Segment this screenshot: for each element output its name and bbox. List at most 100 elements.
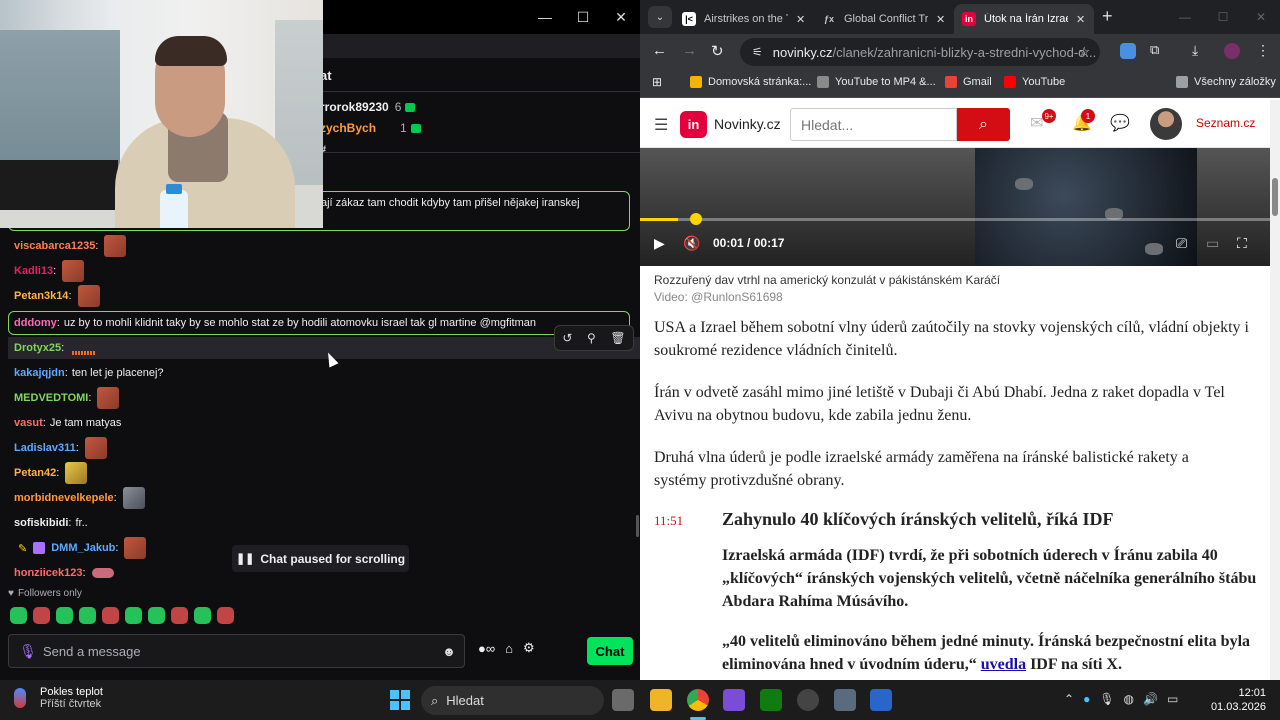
chat-message[interactable]: Kadli13: (14, 260, 85, 282)
chat-message[interactable]: ✎ DMM_Jakub: (14, 537, 147, 559)
minimize-icon[interactable]: — (1166, 0, 1204, 34)
chat-message[interactable]: Petan42: (14, 462, 88, 484)
seznam-link[interactable]: Seznam.cz (1196, 116, 1255, 130)
chat-username[interactable]: MEDVEDTOMI (14, 392, 88, 404)
tray-app-icon[interactable]: ● (1083, 692, 1090, 706)
chat-paused-button[interactable]: ❚❚ Chat paused for scrolling (232, 545, 409, 572)
app-icon[interactable] (870, 689, 892, 711)
play-icon[interactable]: ▶ (654, 235, 665, 252)
file-explorer-icon[interactable] (650, 689, 672, 711)
chat-username[interactable]: DMM_Jakub (51, 542, 115, 554)
novinky-logo[interactable]: in (680, 111, 707, 138)
chrome-icon[interactable] (687, 689, 709, 711)
chat-username[interactable]: honziicek123 (14, 567, 82, 579)
chat-username[interactable]: viscabarca1235 (14, 240, 95, 252)
emote-icon[interactable] (10, 607, 27, 624)
obs-icon[interactable] (797, 689, 819, 711)
chat-username[interactable]: sofiskibidi (14, 517, 68, 529)
minimize-icon[interactable]: — (526, 0, 564, 34)
address-bar[interactable]: ⚟ novinky.cz/clanek/zahranicni-blizky-a-… (740, 38, 1100, 66)
battery-icon[interactable]: ▭ (1167, 692, 1178, 706)
volume-icon[interactable]: 🔊 (1143, 692, 1158, 706)
site-search-button[interactable]: ⌕ (957, 108, 1010, 141)
windows-start-icon[interactable] (390, 690, 410, 710)
weather-widget[interactable]: Pokles teplot Příští čtvrtek (14, 686, 103, 710)
chat-message[interactable]: dddomy: uz by to mohli klidnit taky by se… (14, 312, 536, 334)
profile-avatar[interactable] (1224, 43, 1240, 59)
chat-message[interactable]: Petan3k14: (14, 285, 100, 307)
delete-icon[interactable]: 🗑 (610, 331, 625, 345)
pip-icon[interactable]: ▭ (1206, 235, 1219, 252)
video-player[interactable]: ▶ 🔇 00:01 / 00:17 ⎚ ▭ ⛶ (640, 148, 1270, 266)
chat-message[interactable]: MEDVEDTOMI: (14, 387, 120, 409)
close-icon[interactable]: ✕ (1242, 0, 1280, 34)
emote-icon[interactable] (217, 607, 234, 624)
extensions-puzzle-icon[interactable]: ⧉ (1150, 42, 1159, 58)
chat-username[interactable]: Petan3k14 (14, 290, 68, 302)
microphone-icon[interactable]: 🎙 (13, 643, 43, 660)
chat-message[interactable]: Ladislav311: (14, 437, 107, 459)
chat-message[interactable]: vasut: Je tam matyas (14, 412, 121, 434)
emote-icon[interactable] (194, 607, 211, 624)
chat-message[interactable]: Drotyx25: (14, 337, 97, 359)
bookmark-item[interactable]: Všechny záložky (1176, 76, 1276, 88)
chat-message[interactable]: morbidnevelkepele: (14, 487, 145, 509)
chat-username[interactable]: kakajqjdn (14, 367, 65, 379)
emote-icon[interactable] (79, 607, 96, 624)
emoji-picker-icon[interactable]: ☻ (434, 644, 464, 659)
points-icon[interactable]: ●∞ (478, 641, 495, 656)
chat-username[interactable]: morbidnevelkepele (14, 492, 114, 504)
maximize-icon[interactable]: ☐ (564, 0, 602, 34)
reply-icon[interactable]: ↺ (562, 331, 572, 345)
page-scrollbar[interactable] (1270, 100, 1280, 680)
leaderboard-item[interactable]: zychBych 1 (320, 121, 421, 135)
tab-global-conflict[interactable]: ƒx Global Conflict Tra ✕ (814, 4, 954, 34)
chat-send-button[interactable]: Chat (587, 637, 633, 665)
chat-message[interactable]: honziicek123: (14, 562, 114, 584)
app-icon[interactable] (723, 689, 745, 711)
emote-icon[interactable] (125, 607, 142, 624)
settings-icon[interactable] (834, 689, 856, 711)
chat-username[interactable]: Ladislav311 (14, 442, 76, 454)
extension-icon[interactable] (1120, 43, 1136, 59)
user-avatar[interactable] (1150, 108, 1182, 140)
mute-icon[interactable]: 🔇 (683, 235, 700, 252)
network-icon[interactable]: ◍ (1124, 692, 1134, 706)
task-view-icon[interactable] (612, 689, 634, 711)
taskbar-search[interactable]: ⌕ Hledat (421, 686, 604, 715)
chat-username[interactable]: vasut (14, 417, 43, 429)
chat-bubble-icon[interactable]: 💬 (1110, 113, 1130, 133)
page-scrollbar-thumb[interactable] (1272, 178, 1278, 216)
chat-username[interactable]: Petan42 (14, 467, 56, 479)
maximize-icon[interactable]: ☐ (1204, 0, 1242, 34)
site-info-icon[interactable]: ⚟ (752, 45, 763, 59)
forward-icon[interactable]: → (682, 42, 697, 59)
bookmark-item[interactable]: Domovská stránka:... (690, 76, 811, 88)
emote-icon[interactable] (171, 607, 188, 624)
chat-username[interactable]: Drotyx25 (14, 342, 61, 354)
microphone-icon[interactable]: 🎙 (1099, 692, 1114, 706)
site-name[interactable]: Novinky.cz (714, 116, 781, 132)
chat-message[interactable]: sofiskibidi: fr.. (14, 512, 88, 534)
tab-close-icon[interactable]: ✕ (1076, 13, 1085, 26)
chat-username[interactable]: dddomy (14, 317, 57, 329)
chat-scrollbar[interactable] (636, 515, 639, 537)
bookmark-star-icon[interactable]: ☆ (1078, 44, 1090, 60)
chat-message[interactable]: kakajqjdn: ten let je placenej? (14, 362, 164, 384)
download-icon[interactable]: ⤓ (1192, 42, 1198, 59)
emote-icon[interactable] (56, 607, 73, 624)
chat-username[interactable]: Kadli13 (14, 265, 53, 277)
tray-expand-icon[interactable]: ⌃ (1064, 692, 1074, 706)
cast-icon[interactable]: ⎚ (1176, 235, 1187, 252)
leaderboard-item[interactable]: rrorok89230 6 (320, 100, 416, 114)
close-icon[interactable]: ✕ (602, 0, 640, 34)
tab-search-icon[interactable]: ⌄ (648, 6, 672, 28)
fullscreen-icon[interactable]: ⛶ (1237, 235, 1247, 252)
pin-icon[interactable]: ⚲ (587, 331, 596, 345)
more-menu-icon[interactable]: ⋮ (1256, 42, 1270, 59)
store-icon[interactable]: ⌂ (505, 641, 513, 656)
apps-grid-icon[interactable]: ⊞ (652, 75, 662, 89)
hamburger-menu-icon[interactable]: ☰ (654, 115, 668, 135)
bookmark-item[interactable]: Gmail (945, 76, 992, 88)
video-progress-bar[interactable] (640, 218, 1270, 221)
